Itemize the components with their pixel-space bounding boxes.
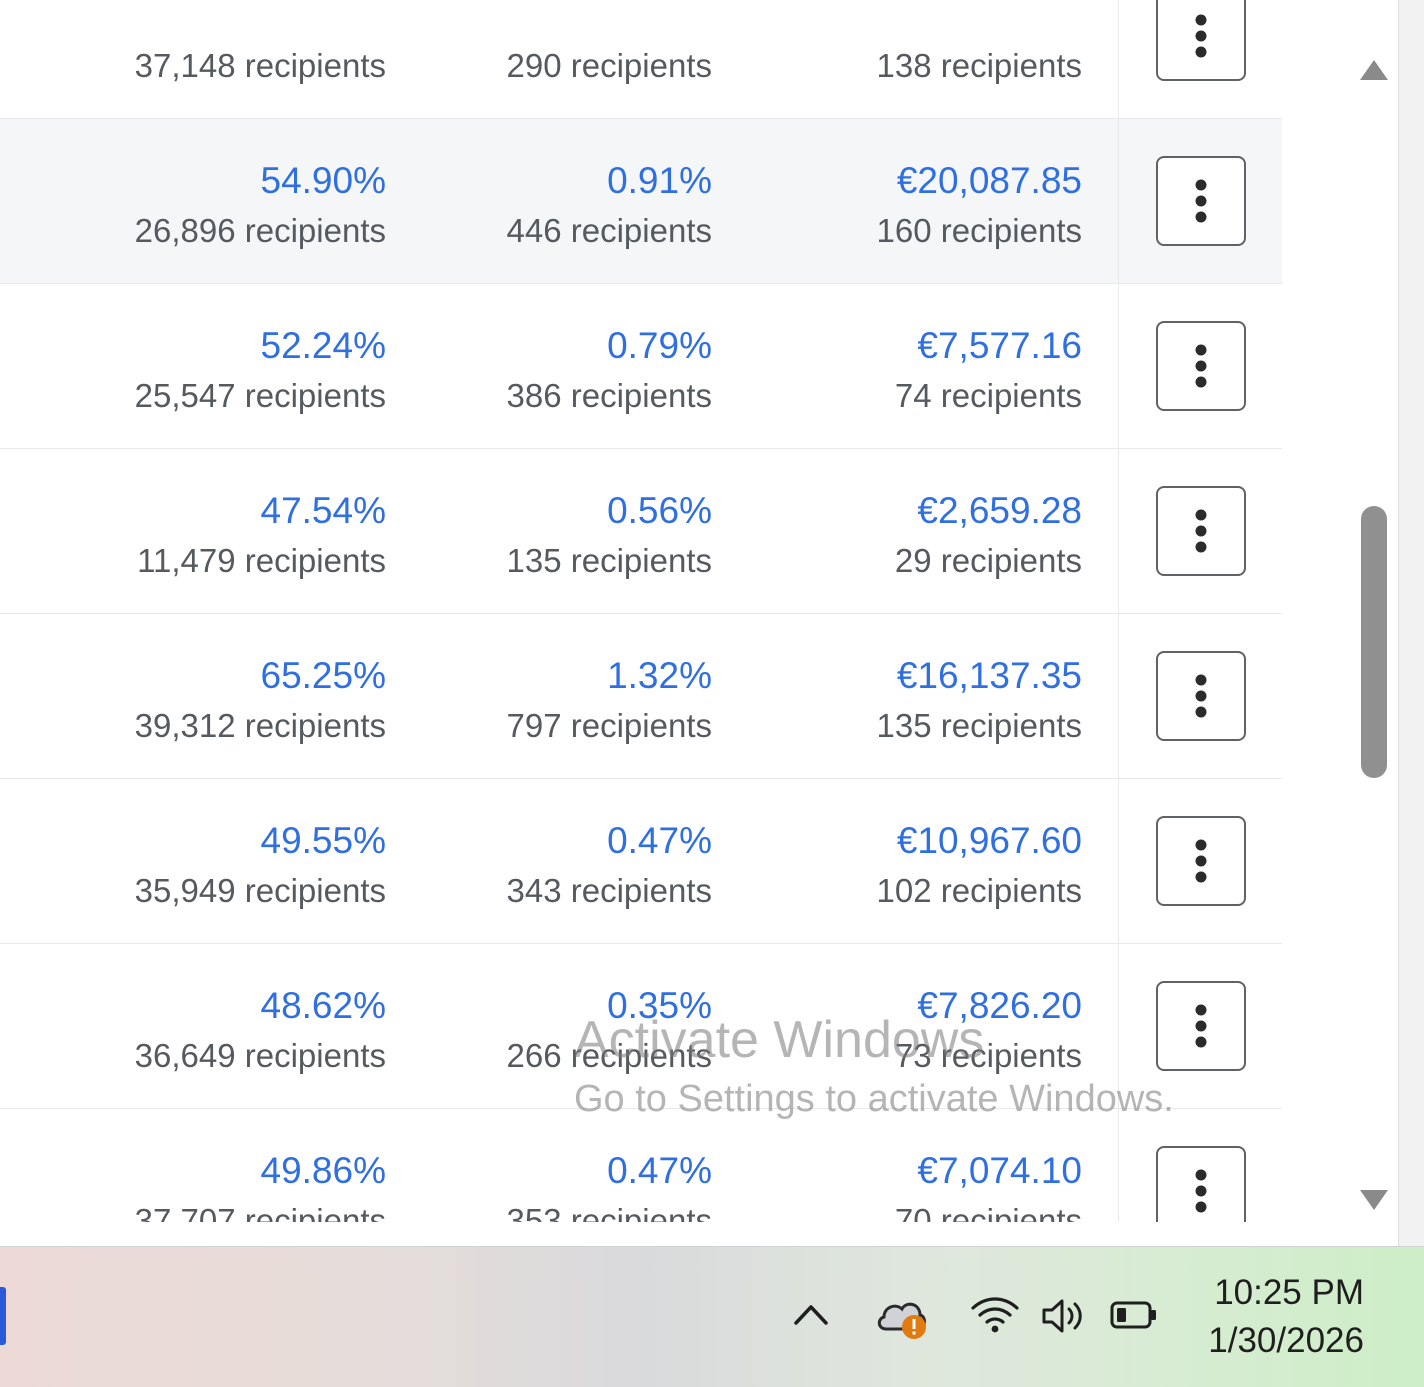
click-value-link[interactable]: 1.32% [607,655,712,697]
row-actions-cell [1118,284,1283,448]
row-actions-button[interactable] [1156,981,1246,1071]
row-actions-cell [1118,449,1283,613]
row-actions-cell [1118,944,1283,1108]
row-actions-button[interactable] [1156,1146,1246,1222]
more-vertical-icon [1195,179,1207,223]
click-recipients: 266 recipients [506,1037,712,1074]
more-vertical-icon [1195,344,1207,388]
table-row[interactable]: 47.54% 11,479 recipients 0.56% 135 recipien… [0,449,1282,614]
open-value-link[interactable]: 48.62% [261,985,387,1027]
row-actions-button[interactable] [1156,321,1246,411]
taskbar-app-indicator[interactable] [0,1287,6,1345]
table-row[interactable]: 65.25% 39,312 recipients 1.32% 797 recipien… [0,614,1282,779]
open-recipients: 11,479 recipients [137,542,386,579]
open-value-link[interactable]: 49.55% [261,820,387,862]
row-actions-cell [1118,0,1283,118]
revenue-value-link[interactable]: €7,826.20 [917,985,1082,1027]
table-row[interactable]: 48.62% 36,649 recipients 0.35% 266 recipien… [0,944,1282,1109]
scroll-down-arrow-icon[interactable] [1359,1188,1389,1212]
table-row[interactable]: 54.90% 26,896 recipients 0.91% 446 recipien… [0,119,1282,284]
row-actions-button[interactable] [1156,651,1246,741]
more-vertical-icon [1195,1004,1207,1048]
more-vertical-icon [1195,14,1207,58]
table-row[interactable]: 49.55% 35,949 recipients 0.47% 343 recipien… [0,779,1282,944]
revenue-recipients: 160 recipients [876,212,1082,249]
taskbar-clock[interactable]: 10:25 PM 1/30/2026 [1208,1269,1364,1365]
revenue-value-link[interactable]: €16,137.35 [897,655,1082,697]
click-recipients: 353 recipients [506,1202,712,1222]
open-recipients: 37,707 recipients [134,1202,386,1222]
open-recipients: 36,649 recipients [134,1037,386,1074]
click-value-link[interactable]: 0.56% [607,490,712,532]
revenue-value-link[interactable]: €20,087.85 [897,160,1082,202]
windows-taskbar: 10:25 PM 1/30/2026 [0,1246,1424,1387]
clock-date: 1/30/2026 [1208,1321,1364,1360]
click-value-link[interactable]: 0.47% [607,1150,712,1192]
table-row[interactable]: 37,148 recipients 290 recipients 138 recip… [0,0,1282,119]
open-value-link[interactable]: 65.25% [261,655,387,697]
row-actions-cell [1118,614,1283,778]
revenue-value-link[interactable]: €7,577.16 [917,325,1082,367]
row-actions-cell [1118,1109,1283,1222]
wifi-icon[interactable] [970,1295,1020,1335]
more-vertical-icon [1195,1169,1207,1213]
open-recipients: 26,896 recipients [134,212,386,249]
click-recipients: 343 recipients [506,872,712,909]
table-row[interactable]: 49.86% 37,707 recipients 0.47% 353 recipien… [0,1109,1282,1222]
clock-time: 10:25 PM [1214,1273,1364,1312]
click-value-link[interactable]: 0.47% [607,820,712,862]
click-recipients: 290 recipients [506,47,712,84]
row-actions-button[interactable] [1156,0,1246,81]
click-recipients: 446 recipients [506,212,712,249]
more-vertical-icon [1195,839,1207,883]
click-recipients: 797 recipients [506,707,712,744]
campaign-table-viewport: 37,148 recipients 290 recipients 138 recip… [0,0,1398,1222]
open-recipients: 37,148 recipients [134,47,386,84]
revenue-recipients: 70 recipients [894,1202,1082,1222]
scrollbar-thumb[interactable] [1361,506,1387,778]
click-recipients: 135 recipients [506,542,712,579]
revenue-value-link[interactable]: €2,659.28 [917,490,1082,532]
revenue-recipients: 135 recipients [876,707,1082,744]
open-value-link[interactable]: 52.24% [261,325,387,367]
more-vertical-icon [1195,509,1207,553]
open-value-link[interactable]: 49.86% [261,1150,387,1192]
open-value-link[interactable]: 54.90% [261,160,387,202]
click-recipients: 386 recipients [506,377,712,414]
battery-icon[interactable] [1108,1297,1160,1333]
scroll-up-arrow-icon[interactable] [1359,58,1389,82]
open-recipients: 39,312 recipients [134,707,386,744]
row-actions-button[interactable] [1156,816,1246,906]
open-recipients: 25,547 recipients [134,377,386,414]
chevron-up-icon[interactable] [792,1299,830,1327]
click-value-link[interactable]: 0.79% [607,325,712,367]
revenue-recipients: 102 recipients [876,872,1082,909]
revenue-recipients: 29 recipients [894,542,1082,579]
window-edge [1398,0,1424,1246]
table-row[interactable]: 52.24% 25,547 recipients 0.79% 386 recipien… [0,284,1282,449]
row-actions-cell [1118,779,1283,943]
revenue-recipients: 73 recipients [894,1037,1082,1074]
click-value-link[interactable]: 0.35% [607,985,712,1027]
revenue-value-link[interactable]: €7,074.10 [917,1150,1082,1192]
revenue-value-link[interactable]: €10,967.60 [897,820,1082,862]
onedrive-warning-icon[interactable] [874,1291,932,1343]
open-value-link[interactable]: 47.54% [261,490,387,532]
revenue-recipients: 74 recipients [894,377,1082,414]
revenue-recipients: 138 recipients [876,47,1082,84]
open-recipients: 35,949 recipients [134,872,386,909]
vertical-scrollbar[interactable] [1350,40,1398,1220]
more-vertical-icon [1195,674,1207,718]
row-actions-cell [1118,119,1283,283]
row-actions-button[interactable] [1156,156,1246,246]
click-value-link[interactable]: 0.91% [607,160,712,202]
campaign-stats-table: 37,148 recipients 290 recipients 138 recip… [0,0,1282,1222]
row-actions-button[interactable] [1156,486,1246,576]
volume-icon[interactable] [1040,1295,1092,1337]
